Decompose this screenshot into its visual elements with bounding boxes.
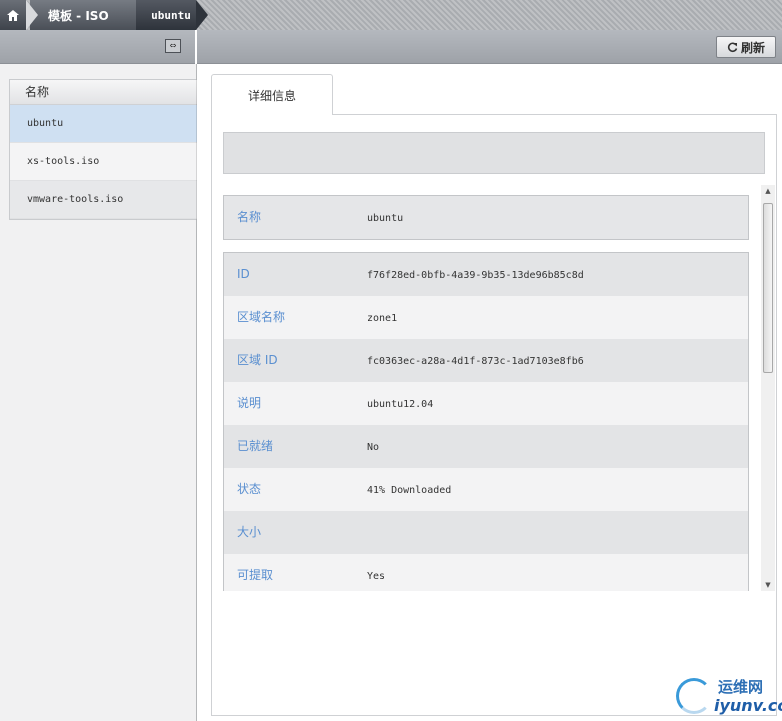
site-watermark-logo: 运维网 iyunv.com — [676, 672, 782, 718]
list-item[interactable]: xs-tools.iso — [10, 143, 197, 181]
detail-panel: 详细信息 名称 ubuntu ID f76f28ed-0bfb-4a39-9b3… — [197, 64, 782, 721]
detail-value: ubuntu — [367, 213, 404, 224]
detail-value: zone1 — [367, 313, 398, 324]
scrollbar-thumb[interactable] — [763, 203, 773, 373]
detail-row-extractable: 可提取 Yes — [224, 554, 748, 591]
detail-label: 区域 ID — [237, 353, 278, 367]
breadcrumb-home[interactable] — [0, 0, 26, 30]
detail-label: ID — [237, 267, 250, 281]
detail-label: 名称 — [237, 210, 262, 224]
list-column-header-name[interactable]: 名称 — [10, 80, 197, 105]
detail-row-description: 说明 ubuntu12.04 — [224, 382, 748, 425]
detail-row-zone-name: 区域名称 zone1 — [224, 296, 748, 339]
detail-label: 区域名称 — [237, 310, 286, 324]
refresh-button[interactable]: 刷新 — [716, 36, 776, 58]
template-list-panel: 名称 ubuntu xs-tools.iso vmware-tools.iso — [0, 64, 197, 721]
breadcrumb-current-label: ubuntu — [151, 8, 191, 22]
breadcrumb-separator — [196, 0, 208, 30]
scroll-up-arrow-icon[interactable]: ▲ — [763, 185, 773, 197]
detail-label: 可提取 — [237, 568, 274, 582]
detail-row-status: 状态 41% Downloaded — [224, 468, 748, 511]
detail-value: f76f28ed-0bfb-4a39-9b35-13de96b85c8d — [367, 270, 584, 281]
swirl-logo-icon — [676, 678, 712, 714]
home-icon — [7, 9, 19, 21]
detail-row-ready: 已就绪 No — [224, 425, 748, 468]
scroll-down-arrow-icon[interactable]: ▼ — [763, 579, 773, 591]
detail-label: 已就绪 — [237, 439, 274, 453]
refresh-label: 刷新 — [740, 40, 765, 55]
detail-value: ubuntu12.04 — [367, 399, 434, 410]
detail-label: 状态 — [237, 482, 262, 496]
detail-row-id: ID f76f28ed-0bfb-4a39-9b35-13de96b85c8d — [224, 253, 748, 296]
list-item[interactable]: vmware-tools.iso — [10, 181, 197, 219]
breadcrumb-templates-label: 模板 - ISO — [48, 8, 109, 23]
detail-value: fc0363ec-a28a-4d1f-873c-1ad7103e8fb6 — [367, 356, 584, 367]
tab-details[interactable]: 详细信息 — [211, 74, 333, 115]
detail-label: 大小 — [237, 525, 262, 539]
template-list: 名称 ubuntu xs-tools.iso vmware-tools.iso — [9, 79, 197, 220]
watermark-text-en: iyunv.com — [714, 696, 782, 715]
detail-scrollbar[interactable]: ▲ ▼ — [761, 185, 775, 591]
breadcrumb-separator — [26, 0, 38, 30]
breadcrumb-current: ubuntu — [136, 0, 196, 30]
detail-value: 41% Downloaded — [367, 485, 452, 496]
detail-name-group: 名称 ubuntu — [223, 195, 749, 240]
collapse-panel-icon[interactable]: ⇔ — [165, 39, 181, 53]
detail-row-name: 名称 ubuntu — [224, 196, 748, 239]
detail-row-zone-id: 区域 ID fc0363ec-a28a-4d1f-873c-1ad7103e8f… — [224, 339, 748, 382]
breadcrumb: 模板 - ISO ubuntu — [0, 0, 782, 30]
detail-toolbar: 刷新 — [197, 30, 782, 64]
detail-value: Yes — [367, 571, 386, 582]
detail-scroll-area[interactable]: 名称 ubuntu ID f76f28ed-0bfb-4a39-9b35-13d… — [223, 185, 763, 591]
detail-row-size: 大小 — [224, 511, 748, 554]
tab-details-label: 详细信息 — [247, 88, 296, 103]
detail-info-group: ID f76f28ed-0bfb-4a39-9b35-13de96b85c8d … — [223, 252, 749, 591]
watermark-text-cn: 运维网 — [718, 678, 764, 696]
detail-value: No — [367, 442, 380, 453]
detail-content: 名称 ubuntu ID f76f28ed-0bfb-4a39-9b35-13d… — [211, 114, 777, 716]
action-bar — [223, 132, 765, 174]
list-toolbar: ⇔ — [0, 30, 195, 64]
list-item[interactable]: ubuntu — [10, 105, 197, 143]
detail-label: 说明 — [237, 396, 262, 410]
refresh-icon — [727, 42, 738, 52]
